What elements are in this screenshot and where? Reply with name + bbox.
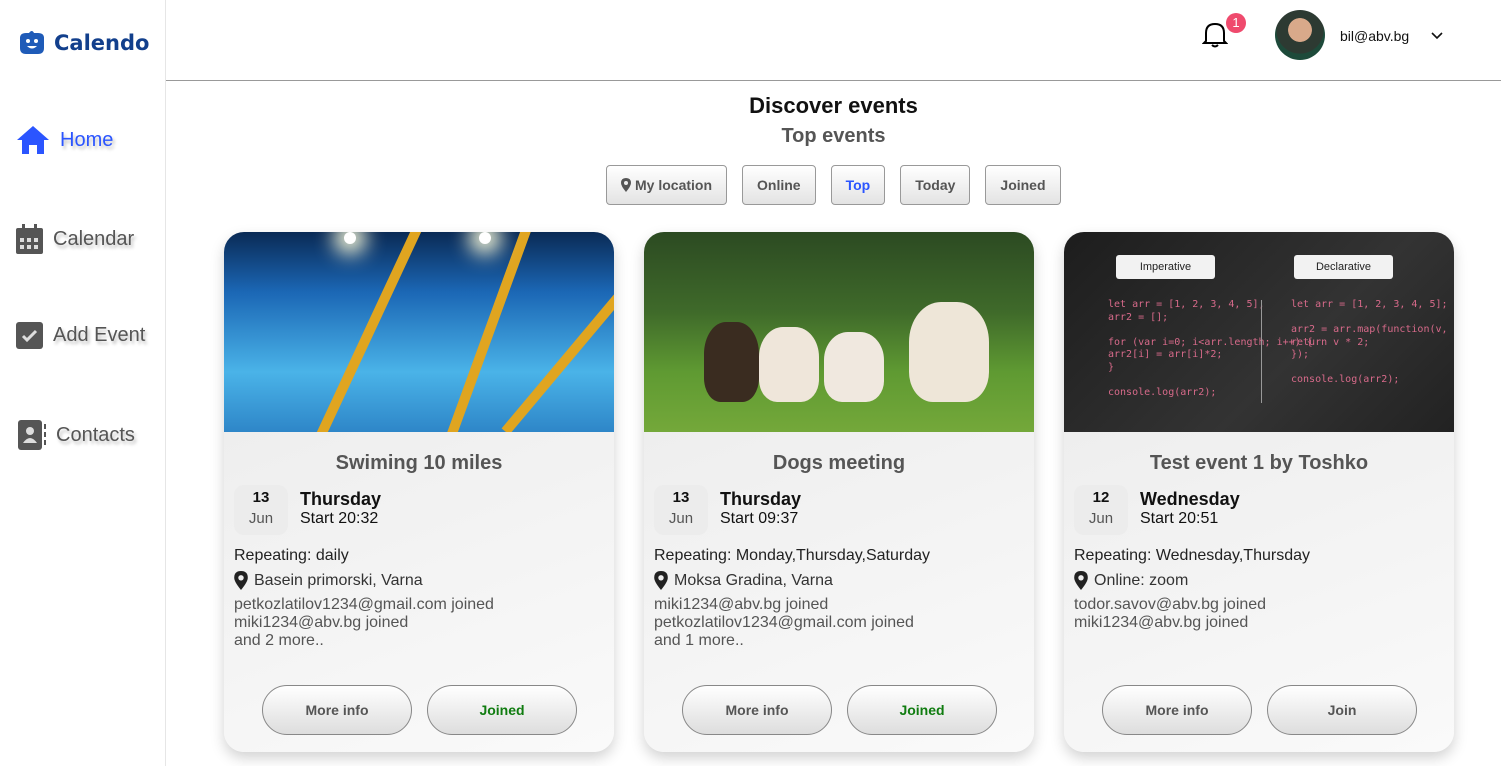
event-month: Jun [668, 510, 694, 527]
filter-my-location[interactable]: My location [606, 165, 728, 205]
event-start: Start 09:37 [720, 510, 799, 527]
code-snippet: let arr = [1, 2, 3, 4, 5]; arr2 = arr.ma… [1291, 299, 1454, 385]
filter-top[interactable]: Top [830, 165, 886, 205]
event-location: Basein primorski, Varna [254, 571, 423, 589]
event-weekday: Thursday [720, 489, 802, 509]
user-email[interactable]: bil@abv.bg [1340, 28, 1409, 44]
event-card: Dogs meeting 13 Jun Thursday Start 09:37 Repe… [644, 232, 1034, 752]
event-month: Jun [248, 510, 274, 527]
brand-name: Calendo [54, 31, 150, 55]
check-square-icon [16, 322, 43, 349]
joined-user: todor.savov@abv.bg joined [1074, 596, 1267, 613]
event-image-swimming [224, 232, 614, 432]
filter-label: My location [635, 177, 713, 193]
code-image-tag: Imperative [1116, 255, 1215, 279]
joined-list: petkozlatilov1234@gmail.com joined miki12… [234, 596, 614, 650]
sidebar-item-label: Add Event [53, 324, 146, 346]
sidebar-item-home[interactable]: Home [16, 125, 113, 155]
code-snippet: let arr = [1, 2, 3, 4, 5], arr2 = []; fo… [1108, 299, 1313, 398]
joined-user: and 1 more.. [654, 632, 744, 649]
event-title: Swiming 10 miles [335, 452, 503, 474]
top-header: 1 bil@abv.bg [166, 0, 1501, 81]
event-day: 12 [1092, 489, 1110, 506]
code-image-tag: Declarative [1294, 255, 1393, 279]
avatar[interactable] [1275, 10, 1325, 60]
map-pin-icon [621, 178, 631, 192]
more-info-button[interactable]: More info [1102, 685, 1252, 735]
sidebar-item-add-event[interactable]: Add Event [16, 322, 145, 349]
contact-book-icon [18, 420, 46, 450]
event-repeating: Repeating: Wednesday,Thursday [1074, 547, 1310, 564]
map-pin-icon [1074, 571, 1088, 590]
event-weekday: Wednesday [1140, 489, 1240, 509]
map-pin-icon [234, 571, 248, 590]
bell-icon[interactable] [1202, 20, 1228, 48]
sidebar-item-label: Calendar [53, 227, 135, 250]
page-subtitle: Top events [781, 125, 886, 147]
joined-list: todor.savov@abv.bg joined miki1234@abv.bg… [1074, 596, 1454, 632]
event-image-code: Imperative Declarative let arr = [1, 2, 3,… [1064, 232, 1454, 432]
sidebar-item-label: Home [60, 128, 114, 151]
joined-user: miki1234@abv.bg joined [654, 596, 829, 613]
sidebar: Calendo Home Calendar Add Event Contacts [0, 0, 166, 766]
page-title: Discover events [749, 93, 918, 118]
filter-joined[interactable]: Joined [985, 165, 1061, 205]
event-location: Moksa Gradina, Varna [674, 571, 833, 589]
filter-bar: My location Online Top Today Joined [606, 165, 1061, 205]
event-title: Test event 1 by Toshko [1149, 452, 1369, 474]
calendo-logo-icon [20, 31, 44, 54]
sidebar-item-contacts[interactable]: Contacts [18, 420, 135, 450]
joined-user: miki1234@abv.bg joined [1074, 614, 1249, 631]
event-location: Online: zoom [1094, 571, 1189, 589]
event-day: 13 [672, 489, 690, 506]
more-info-button[interactable]: More info [262, 685, 412, 735]
home-icon [17, 126, 49, 154]
event-month: Jun [1088, 510, 1114, 527]
filter-online[interactable]: Online [742, 165, 816, 205]
joined-button[interactable]: Joined [427, 685, 577, 735]
event-day: 13 [252, 489, 270, 506]
sidebar-item-label: Contacts [56, 423, 135, 446]
more-info-button[interactable]: More info [682, 685, 832, 735]
chevron-down-icon[interactable] [1430, 28, 1444, 42]
event-start: Start 20:32 [300, 510, 379, 527]
event-start: Start 20:51 [1140, 510, 1219, 527]
logo[interactable]: Calendo [16, 30, 149, 56]
joined-button[interactable]: Joined [847, 685, 997, 735]
sidebar-item-calendar[interactable]: Calendar [16, 224, 134, 254]
join-button[interactable]: Join [1267, 685, 1417, 735]
event-weekday: Thursday [300, 489, 382, 509]
event-repeating: Repeating: Monday,Thursday,Saturday [654, 547, 931, 564]
event-card: Swiming 10 miles 13 Jun Thursday Start 20:32… [224, 232, 614, 752]
calendar-icon [16, 224, 43, 254]
joined-user: petkozlatilov1234@gmail.com joined [654, 614, 914, 631]
joined-user: petkozlatilov1234@gmail.com joined [234, 596, 494, 613]
joined-user: miki1234@abv.bg joined [234, 614, 409, 631]
notification-badge: 1 [1226, 13, 1246, 33]
joined-list: miki1234@abv.bg joined petkozlatilov1234@… [654, 596, 1034, 650]
filter-today[interactable]: Today [900, 165, 971, 205]
event-title: Dogs meeting [772, 452, 906, 474]
map-pin-icon [654, 571, 668, 590]
event-image-dogs [644, 232, 1034, 432]
date-box: 13 Jun [234, 485, 288, 535]
event-repeating: Repeating: daily [234, 547, 349, 564]
joined-user: and 2 more.. [234, 632, 324, 649]
date-box: 12 Jun [1074, 485, 1128, 535]
event-card: Imperative Declarative let arr = [1, 2, 3,… [1064, 232, 1454, 752]
date-box: 13 Jun [654, 485, 708, 535]
